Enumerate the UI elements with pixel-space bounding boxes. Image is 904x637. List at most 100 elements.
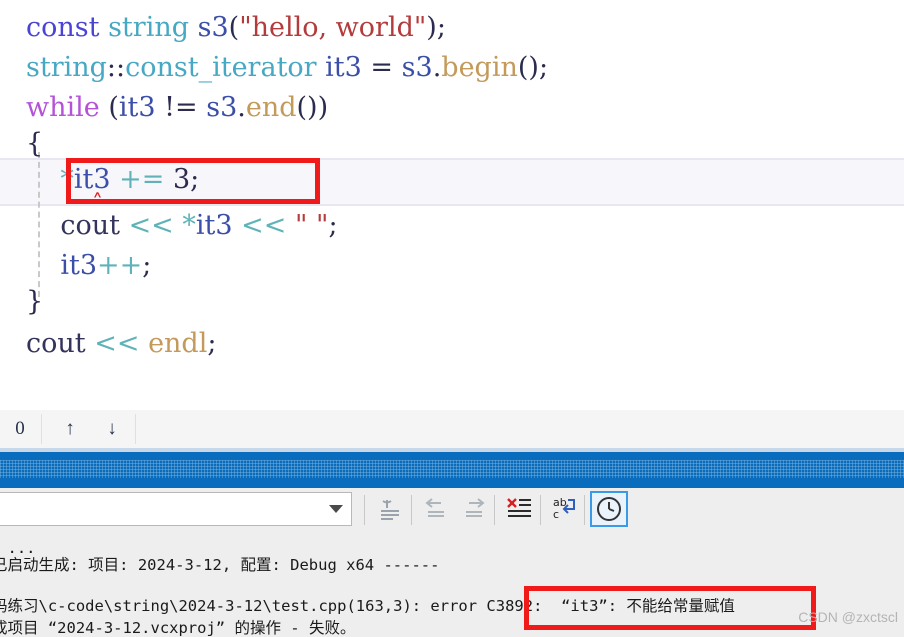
annotation-box-error-message	[524, 586, 816, 630]
code-token: <<	[241, 210, 287, 241]
code-token: =	[361, 52, 402, 83]
code-token: const	[26, 12, 100, 43]
code-token: string	[108, 12, 189, 43]
code-token: "hello, world"	[239, 12, 427, 43]
code-token: <<	[128, 210, 174, 241]
code-line[interactable]: cout << *it3 << " ";	[0, 206, 904, 246]
chevron-down-icon[interactable]	[329, 505, 343, 513]
code-token: const_iterator	[125, 52, 317, 83]
divider	[411, 495, 412, 525]
code-token: (	[228, 12, 240, 43]
code-token: ())	[296, 92, 329, 123]
code-token: <<	[94, 328, 140, 359]
code-line[interactable]: const string s3("hello, world");	[0, 8, 904, 48]
code-token: *	[182, 210, 196, 241]
code-line[interactable]: }	[0, 282, 904, 322]
divider	[135, 414, 136, 444]
code-line-content: }	[0, 282, 43, 322]
code-line-content: const string s3("hello, world");	[0, 8, 446, 48]
code-token: ++	[97, 250, 143, 281]
go-to-previous-message-button[interactable]	[418, 492, 454, 526]
code-token: string	[26, 52, 107, 83]
code-token: !=	[164, 92, 198, 123]
output-source-icon	[381, 500, 399, 520]
error-squiggle-caret-icon: ˄	[92, 191, 103, 216]
svg-text:c: c	[553, 508, 559, 521]
code-token: ;	[142, 250, 152, 281]
previous-error-button[interactable]: ↑	[52, 410, 88, 448]
code-token: s3	[206, 92, 238, 123]
code-token: endl	[148, 328, 208, 359]
error-nav-strip: 0 ↑ ↓	[0, 410, 904, 449]
code-editor[interactable]: const string s3("hello, world"); string:…	[0, 0, 904, 410]
code-line-content: string::const_iterator it3 = s3.begin();	[0, 48, 548, 88]
output-toolbar: ab c	[0, 488, 904, 537]
code-line-content: it3++;	[0, 246, 151, 286]
clock-icon	[597, 497, 621, 521]
code-token: while	[26, 92, 100, 123]
code-token: " "	[295, 210, 329, 241]
show-output-from-combobox[interactable]	[0, 492, 352, 526]
code-line[interactable]: string::const_iterator it3 = s3.begin();	[0, 48, 904, 88]
code-token: cout	[26, 328, 86, 359]
toggle-word-wrap-button[interactable]: ab c	[547, 492, 583, 526]
show-output-from-button[interactable]	[372, 492, 408, 526]
code-token: it3	[118, 92, 156, 123]
clear-list-icon	[507, 498, 531, 517]
code-line-content: cout << endl;	[0, 324, 216, 364]
watermark: CSDN @zxctscl	[798, 609, 898, 625]
drag-handle-pattern[interactable]	[0, 460, 904, 478]
code-token: ;	[207, 328, 217, 359]
code-token: it3	[60, 250, 98, 281]
output-line: 已启动生成: 项目: 2024-3-12, 配置: Debug x64 ----…	[0, 556, 440, 574]
arrow-left-lines-icon	[425, 498, 444, 517]
code-token: cout	[60, 210, 120, 241]
code-token: it3	[195, 210, 233, 241]
code-line[interactable]: while (it3 != s3.end())	[0, 88, 904, 128]
divider	[494, 495, 495, 525]
divider	[364, 495, 365, 525]
word-wrap-icon: ab c	[553, 496, 575, 521]
code-token: ::	[106, 52, 126, 83]
output-panel-title-bar[interactable]	[0, 452, 904, 488]
divider	[41, 414, 42, 444]
code-token: .	[237, 92, 246, 123]
code-token: begin	[441, 52, 518, 83]
go-to-next-message-button[interactable]	[456, 492, 492, 526]
code-token: s3	[197, 12, 229, 43]
divider	[584, 495, 585, 525]
toggle-timestamps-button[interactable]	[590, 491, 628, 527]
code-token: (	[99, 92, 119, 123]
code-line[interactable]: it3++;	[0, 246, 904, 286]
code-token: it3	[325, 52, 362, 83]
code-token: s3	[401, 52, 433, 83]
divider	[540, 495, 541, 525]
code-token: ()	[517, 52, 539, 83]
code-line-content: while (it3 != s3.end())	[0, 88, 328, 128]
code-token: {	[26, 128, 44, 159]
annotation-box-code	[66, 158, 320, 204]
error-count: 0	[15, 418, 25, 439]
code-line[interactable]: cout << endl;	[0, 324, 904, 364]
code-token: end	[245, 92, 297, 123]
clear-all-button[interactable]	[501, 492, 537, 526]
code-token: }	[26, 286, 44, 317]
next-error-button[interactable]: ↓	[94, 410, 130, 448]
code-token: )	[426, 12, 437, 43]
code-token: ;	[436, 12, 446, 43]
arrow-right-lines-icon	[466, 498, 485, 517]
output-line: •	[0, 576, 1, 594]
code-token: .	[432, 52, 442, 83]
